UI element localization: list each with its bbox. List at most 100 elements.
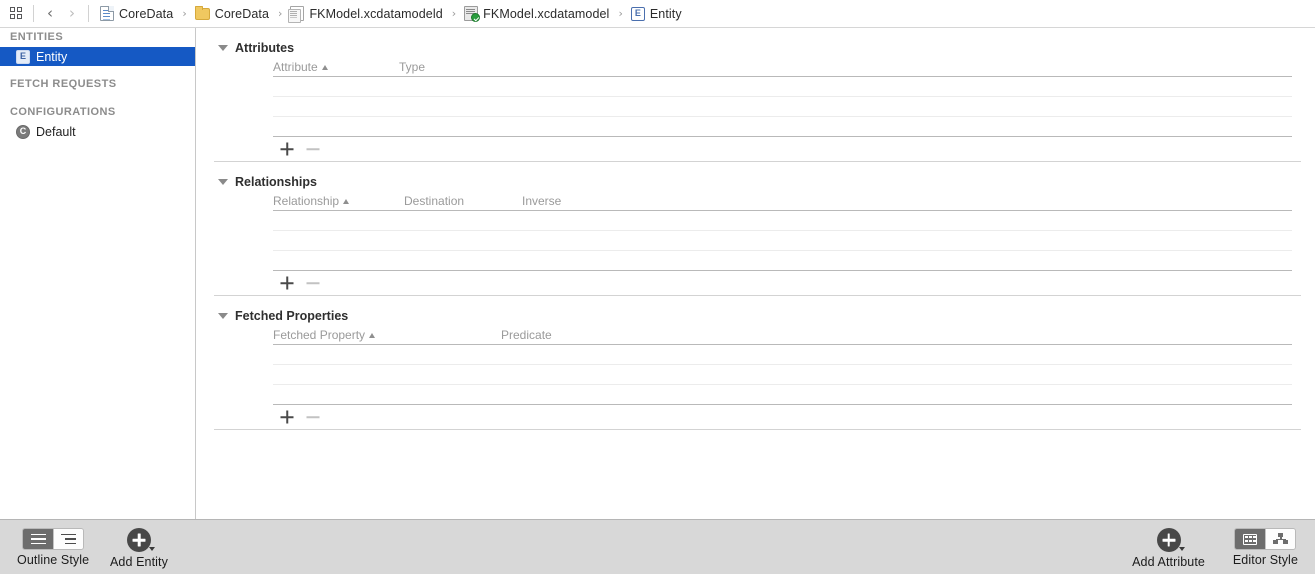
table-row[interactable] xyxy=(273,365,1292,385)
column-header-relationship[interactable]: Relationship xyxy=(273,195,404,210)
sort-ascending-icon xyxy=(369,332,376,338)
breadcrumb-item-xcdatamodel[interactable]: FKModel.xcdatamodel xyxy=(462,3,611,25)
table-row[interactable] xyxy=(273,211,1292,231)
add-entity-label: Add Entity xyxy=(110,555,168,569)
outline-style-segmented-control[interactable] xyxy=(22,528,85,550)
toolbar-divider-2 xyxy=(88,5,89,22)
sidebar-item-label: Entity xyxy=(36,49,68,64)
hierarchical-outline-icon[interactable] xyxy=(53,529,84,549)
toolbar-divider xyxy=(33,5,34,22)
column-header-fetched-property[interactable]: Fetched Property xyxy=(273,329,501,344)
graph-editor-icon[interactable] xyxy=(1265,529,1296,549)
sidebar-group-header-configurations: CONFIGURATIONS xyxy=(10,106,116,118)
table-editor-icon[interactable] xyxy=(1235,529,1266,549)
column-header-destination[interactable]: Destination xyxy=(404,195,522,210)
xcdatamodel-version-icon xyxy=(464,6,481,22)
fetched-properties-table-footer xyxy=(273,405,1292,429)
disclosure-triangle-icon[interactable] xyxy=(218,179,228,185)
table-row[interactable] xyxy=(273,231,1292,251)
add-fetched-property-button[interactable] xyxy=(277,407,297,427)
section-header-attributes[interactable]: Attributes xyxy=(197,39,1315,57)
column-header-attribute[interactable]: Attribute xyxy=(273,61,399,76)
configuration-icon: C xyxy=(16,124,30,139)
add-attribute-button[interactable] xyxy=(1156,528,1185,552)
project-document-icon xyxy=(100,6,114,21)
xcode-coredata-editor-window: ‹ › CoreData › CoreData › FKModel.xcdata… xyxy=(0,0,1315,574)
sort-ascending-icon xyxy=(321,64,328,70)
editor-style-control: Editor Style xyxy=(1233,520,1298,567)
attributes-table: Attribute Type xyxy=(273,57,1292,161)
table-row[interactable] xyxy=(273,97,1292,117)
model-outline-sidebar: ENTITIES E Entity FETCH REQUESTS CONFIGU… xyxy=(0,28,196,519)
breadcrumb-label: CoreData xyxy=(214,6,270,21)
section-title-label: Fetched Properties xyxy=(235,309,349,323)
forward-button[interactable]: › xyxy=(61,3,83,25)
chevron-down-icon[interactable] xyxy=(1178,547,1185,551)
breadcrumb-item-entity[interactable]: E Entity xyxy=(629,3,684,25)
disclosure-triangle-icon[interactable] xyxy=(218,45,228,51)
back-button[interactable]: ‹ xyxy=(39,3,61,25)
table-row[interactable] xyxy=(273,77,1292,97)
add-attribute-control: Add Attribute xyxy=(1132,520,1205,569)
folder-icon xyxy=(194,5,210,20)
table-row[interactable] xyxy=(273,385,1292,405)
attributes-table-footer xyxy=(273,137,1292,161)
outline-style-label: Outline Style xyxy=(17,553,90,567)
column-header-predicate[interactable]: Predicate xyxy=(501,329,621,344)
add-circle-icon[interactable] xyxy=(1156,528,1181,552)
sidebar-group-header-entities: ENTITIES xyxy=(10,31,64,43)
table-header-row: Relationship Destination Inverse xyxy=(273,191,1292,211)
breadcrumb-item-folder[interactable]: CoreData xyxy=(193,3,271,25)
sidebar-group-header-fetch-requests: FETCH REQUESTS xyxy=(10,78,117,90)
section-title-label: Attributes xyxy=(235,41,295,55)
editor-style-label: Editor Style xyxy=(1232,553,1298,567)
add-attribute-label: Add Attribute xyxy=(1132,555,1205,569)
flat-outline-icon[interactable] xyxy=(23,529,54,549)
chevron-down-icon[interactable] xyxy=(148,547,155,551)
remove-fetched-property-button[interactable] xyxy=(303,407,323,427)
entity-icon: E xyxy=(630,6,645,21)
editor-bottom-bar: Outline Style Add Entity Add Attribute E… xyxy=(0,519,1315,574)
editor-style-segmented-control[interactable] xyxy=(1234,528,1297,550)
table-row[interactable] xyxy=(273,251,1292,271)
breadcrumb-separator: › xyxy=(182,7,187,20)
section-header-relationships[interactable]: Relationships xyxy=(197,173,1315,191)
column-header-type[interactable]: Type xyxy=(399,61,519,76)
add-circle-icon[interactable] xyxy=(126,528,151,552)
breadcrumb-item-project[interactable]: CoreData xyxy=(98,3,175,25)
breadcrumb-label: FKModel.xcdatamodeld xyxy=(309,6,443,21)
breadcrumb-label: CoreData xyxy=(119,6,174,21)
outline-style-control: Outline Style xyxy=(17,520,89,567)
entity-detail-editor: Attributes Attribute Type Relationships … xyxy=(197,28,1315,519)
remove-attribute-button[interactable] xyxy=(303,139,323,159)
entity-icon: E xyxy=(16,49,30,64)
fetched-properties-table: Fetched Property Predicate xyxy=(273,325,1292,429)
sidebar-item-entity[interactable]: E Entity xyxy=(0,47,195,66)
add-entity-button[interactable] xyxy=(126,528,155,552)
table-row[interactable] xyxy=(273,117,1292,137)
table-row[interactable] xyxy=(273,345,1292,365)
add-relationship-button[interactable] xyxy=(277,273,297,293)
sidebar-item-label: Default xyxy=(36,124,76,139)
sort-ascending-icon xyxy=(343,198,350,204)
breadcrumb-item-xcdatamodeld[interactable]: FKModel.xcdatamodeld xyxy=(288,3,444,25)
table-header-row: Fetched Property Predicate xyxy=(273,325,1292,345)
table-header-row: Attribute Type xyxy=(273,57,1292,77)
relationships-table-footer xyxy=(273,271,1292,295)
section-divider xyxy=(214,429,1301,430)
breadcrumb-separator: › xyxy=(278,7,283,20)
add-attribute-button[interactable] xyxy=(277,139,297,159)
section-header-fetched-properties[interactable]: Fetched Properties xyxy=(197,307,1315,325)
sidebar-item-default-configuration[interactable]: C Default xyxy=(0,122,195,141)
breadcrumb-separator: › xyxy=(451,7,457,20)
remove-relationship-button[interactable] xyxy=(303,273,323,293)
column-header-inverse[interactable]: Inverse xyxy=(522,195,642,210)
xcdatamodeld-icon xyxy=(288,6,305,23)
related-items-icon[interactable] xyxy=(4,2,28,26)
disclosure-triangle-icon[interactable] xyxy=(218,313,228,319)
add-entity-control: Add Entity xyxy=(110,520,168,569)
relationships-table: Relationship Destination Inverse xyxy=(273,191,1292,295)
breadcrumb-separator: › xyxy=(618,7,623,20)
jump-bar: ‹ › CoreData › CoreData › FKModel.xcdata… xyxy=(0,0,1315,28)
